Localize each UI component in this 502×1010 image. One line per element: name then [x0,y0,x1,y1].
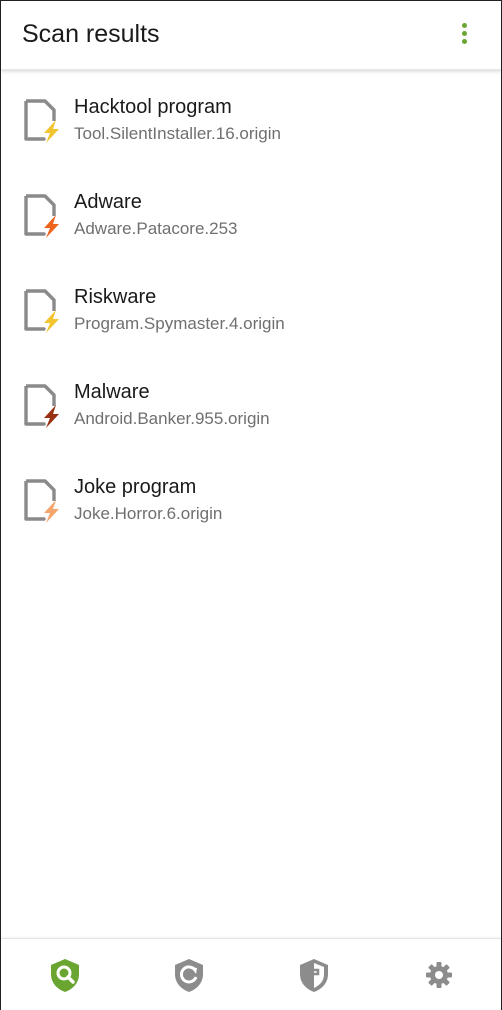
app-screen: Scan results Hacktool program Tool.Silen… [0,0,502,1010]
page-title: Scan results [22,20,160,48]
threat-name: Tool.SilentInstaller.16.origin [74,124,281,143]
threat-category: Hacktool program [74,96,232,118]
infected-file-icon [24,479,59,523]
gear-icon[interactable] [421,957,457,993]
shield-refresh-icon[interactable] [171,957,207,993]
scan-results-list: Hacktool program Tool.SilentInstaller.16… [1,71,501,546]
threat-category: Adware [74,191,142,213]
threat-name: Android.Banker.955.origin [74,409,270,428]
threat-category: Riskware [74,286,157,308]
threat-category: Malware [74,381,150,403]
list-item[interactable]: Adware Adware.Patacore.253 [1,166,501,261]
threat-name: Adware.Patacore.253 [74,219,238,238]
infected-file-icon [24,99,59,143]
threat-category: Joke program [74,476,197,498]
infected-file-icon [24,289,59,333]
list-item[interactable]: Hacktool program Tool.SilentInstaller.16… [1,71,501,166]
more-vert-icon[interactable] [455,23,473,49]
threat-name: Joke.Horror.6.origin [74,504,223,523]
infected-file-icon [24,194,59,238]
shield-search-icon[interactable] [47,957,83,993]
app-bar: Scan results [1,1,501,70]
shield-firewall-icon[interactable] [296,957,332,993]
threat-name: Program.Spymaster.4.origin [74,314,285,333]
infected-file-icon [24,384,59,428]
list-item[interactable]: Joke program Joke.Horror.6.origin [1,451,501,546]
list-item[interactable]: Malware Android.Banker.955.origin [1,356,501,451]
list-item[interactable]: Riskware Program.Spymaster.4.origin [1,261,501,356]
bottom-navigation [1,938,501,1010]
